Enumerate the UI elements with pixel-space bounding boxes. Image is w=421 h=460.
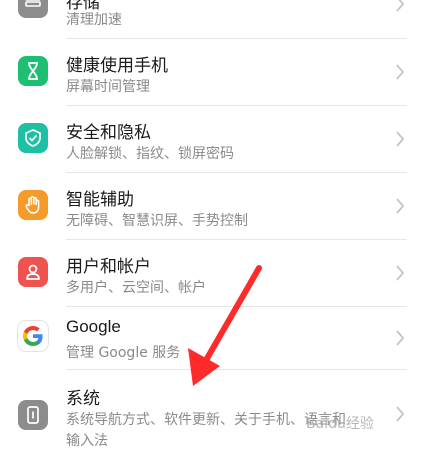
shield-icon [18, 123, 48, 153]
settings-item-google[interactable]: Google 管理 Google 服务 [0, 307, 421, 369]
storage-icon [18, 0, 48, 18]
chevron-right-icon [396, 330, 405, 346]
settings-item-title: Google [66, 317, 121, 336]
settings-item-accessibility[interactable]: 智能辅助 无障碍、智慧识屏、手势控制 [0, 173, 421, 239]
settings-item-security[interactable]: 安全和隐私 人脸解锁、指纹、锁屏密码 [0, 106, 421, 172]
settings-item-subtitle: 无障碍、智慧识屏、手势控制 [66, 213, 248, 229]
settings-item-storage[interactable]: 存储 清理加速 [0, 0, 421, 40]
settings-item-subtitle: 管理 Google 服务 [66, 345, 181, 361]
settings-item-title: 系统 [66, 389, 100, 409]
watermark: Baidu经验 [306, 416, 374, 432]
hand-icon [18, 190, 48, 220]
system-icon [18, 400, 48, 430]
settings-item-subtitle: 清理加速 [66, 12, 122, 28]
settings-item-title: 健康使用手机 [66, 56, 168, 76]
settings-item-subtitle: 系统导航方式、软件更新、关于手机、语言和 [66, 412, 346, 428]
chevron-right-icon [396, 131, 405, 147]
settings-item-digital-balance[interactable]: 健康使用手机 屏幕时间管理 [0, 39, 421, 105]
google-icon [18, 321, 48, 351]
settings-item-subtitle: 人脸解锁、指纹、锁屏密码 [66, 146, 234, 162]
settings-item-users-accounts[interactable]: 用户和帐户 多用户、云空间、帐户 [0, 240, 421, 306]
settings-item-subtitle: 屏幕时间管理 [66, 79, 150, 95]
settings-item-subtitle-continued: 输入法 [66, 433, 108, 449]
chevron-right-icon [396, 64, 405, 80]
user-icon [18, 257, 48, 287]
settings-item-title: 安全和隐私 [66, 123, 151, 143]
settings-item-subtitle: 多用户、云空间、帐户 [66, 280, 206, 296]
settings-item-title: 智能辅助 [66, 190, 134, 210]
chevron-right-icon [396, 198, 405, 214]
settings-item-title: 用户和帐户 [66, 257, 151, 277]
hourglass-icon [18, 56, 48, 86]
chevron-right-icon [396, 0, 405, 12]
chevron-right-icon [396, 265, 405, 281]
